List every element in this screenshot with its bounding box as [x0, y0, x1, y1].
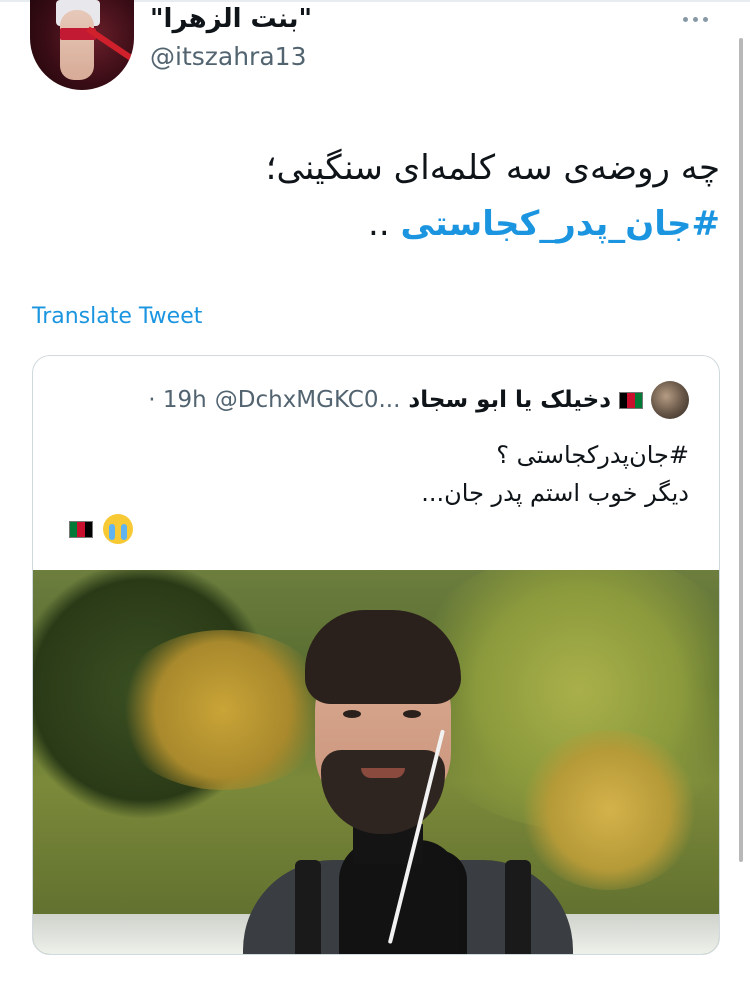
hashtag-link[interactable]: #جان_پدر_کجاستی [400, 204, 720, 244]
quoted-emoji-line [69, 514, 689, 544]
person-backpack-strap [505, 860, 531, 954]
person-eye [403, 710, 421, 718]
avatar-hand [60, 10, 94, 80]
person-eye [343, 710, 361, 718]
quoted-author-avatar[interactable] [651, 381, 689, 419]
tweet-text: چه روضه‌ی سه کلمه‌ای سنگینی؛ #جان_پدر_کج… [60, 140, 720, 252]
author-display-name[interactable]: "بنت الزهرا" [150, 4, 312, 34]
person-hair [305, 610, 461, 704]
more-dot [683, 16, 688, 22]
afghanistan-flag-icon [69, 520, 93, 538]
more-dot [693, 16, 698, 22]
translate-tweet-link[interactable]: Translate Tweet [32, 304, 202, 329]
photo-person [243, 610, 573, 954]
person-backpack-strap [295, 860, 321, 954]
scrollbar[interactable] [739, 38, 743, 862]
quoted-tweet-photo[interactable] [33, 570, 719, 954]
quoted-tweet-card[interactable]: دخیلک یا ابو سجاد @DchxMGKC0... · 19h #ج… [32, 355, 720, 955]
quoted-author-name[interactable]: دخیلک یا ابو سجاد [408, 387, 611, 413]
quoted-text-line: #جان‌پدرکجاستی ؟ [496, 441, 689, 469]
crying-face-icon [103, 514, 133, 544]
author-handle[interactable]: @itszahra13 [150, 42, 306, 71]
author-avatar[interactable] [30, 0, 134, 90]
more-dot [703, 16, 708, 22]
trailing-dots: .. [368, 204, 401, 244]
tweet-text-line: #جان_پدر_کجاستی .. [60, 196, 720, 252]
quoted-tweet-time[interactable]: · 19h [148, 387, 206, 413]
quoted-tweet-text: #جان‌پدرکجاستی ؟ دیگر خوب استم پدر جان..… [69, 436, 689, 544]
tweet-text-line: چه روضه‌ی سه کلمه‌ای سنگینی؛ [265, 148, 720, 188]
quoted-text-line: دیگر خوب استم پدر جان... [421, 479, 689, 507]
afghanistan-flag-icon [619, 391, 643, 409]
person-mouth [361, 768, 405, 778]
quoted-tweet-header: دخیلک یا ابو سجاد @DchxMGKC0... · 19h [148, 380, 689, 420]
more-options-icon[interactable] [683, 8, 717, 30]
quoted-author-handle[interactable]: @DchxMGKC0... [215, 387, 401, 413]
